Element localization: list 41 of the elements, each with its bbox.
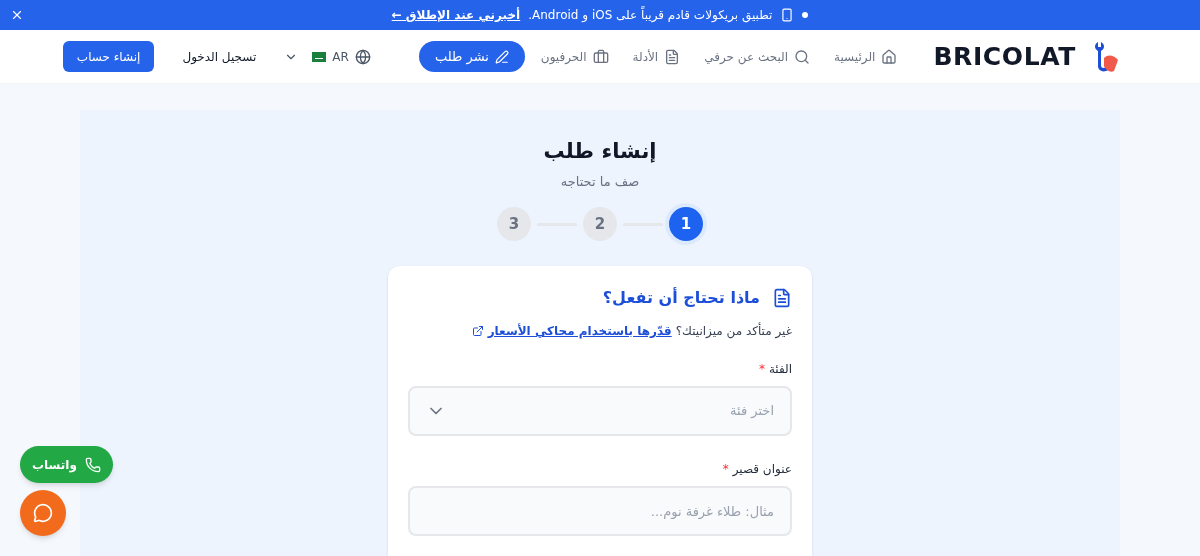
announcement-text: تطبيق بريكولات قادم قريباً على iOS و Android. — [528, 6, 773, 24]
post-request-button[interactable]: نشر طلب — [418, 41, 525, 72]
home-icon — [881, 48, 898, 65]
budget-prompt: غير متأكد من ميزانيتك؟ — [675, 322, 792, 340]
close-icon — [10, 8, 24, 22]
nav-link[interactable]: الحرفيون — [540, 47, 609, 66]
nav-link[interactable]: الأدلة — [632, 47, 681, 66]
nav-link[interactable]: البحث عن حرفي — [704, 47, 811, 66]
chat-icon — [33, 503, 53, 523]
globe-icon — [354, 48, 371, 65]
close-button[interactable] — [10, 8, 24, 22]
required-mark: * — [758, 361, 765, 378]
page-title: إنشاء طلب — [543, 138, 657, 165]
chat-button[interactable] — [20, 490, 66, 536]
login-button[interactable]: تسجيل الدخول — [170, 47, 269, 66]
pen-icon — [494, 49, 509, 64]
document-icon — [772, 288, 792, 308]
field-label: عنوان قصير — [732, 461, 792, 478]
field-label: الفئة — [768, 361, 792, 378]
brand-name: BRICOLAT — [933, 40, 1076, 73]
briefcase-icon — [592, 48, 609, 65]
notify-link[interactable]: أخبرني عند الإطلاق ← — [391, 6, 521, 24]
search-icon — [794, 48, 811, 65]
step-indicator: 3 — [497, 207, 531, 241]
price-simulator-link[interactable]: قدّرها باستخدام محاكي الأسعار — [487, 322, 672, 340]
document-icon — [664, 48, 681, 65]
logo-icon — [1092, 39, 1120, 74]
signup-button[interactable]: إنشاء حساب — [62, 41, 155, 72]
external-link-icon — [471, 325, 484, 337]
title-input[interactable]: مثال: طلاء غرفة نوم... — [408, 486, 792, 536]
page-subtitle: صف ما تحتاجه — [560, 172, 640, 191]
language-selector[interactable]: AR — [284, 47, 371, 66]
whatsapp-button[interactable]: واتساب — [20, 446, 113, 483]
step-indicator: 2 — [583, 207, 617, 241]
nav-link[interactable]: الرئيسية — [834, 47, 898, 66]
flag-icon — [312, 51, 327, 62]
required-mark: * — [722, 461, 729, 478]
phone-icon — [780, 8, 795, 22]
form-heading: ماذا تحتاج أن تفعل؟ — [602, 286, 760, 309]
bullet-icon — [802, 12, 809, 18]
phone-icon — [84, 456, 101, 473]
